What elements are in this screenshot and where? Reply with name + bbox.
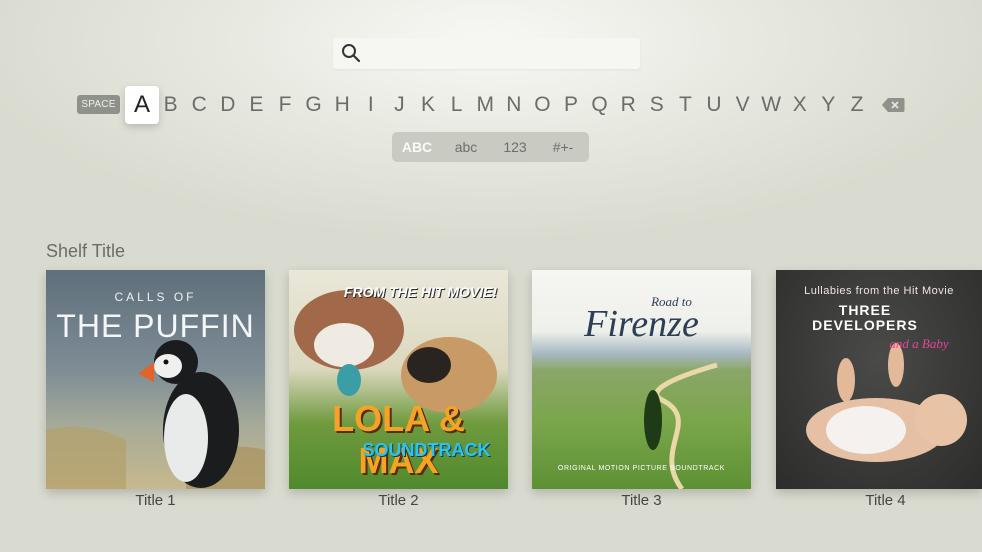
- mode-numbers[interactable]: 123: [493, 132, 537, 162]
- album-title-4: Title 4: [865, 492, 906, 509]
- key-y[interactable]: Y: [814, 90, 842, 120]
- puffin-illustration: [46, 340, 265, 489]
- album-card-1[interactable]: CALLS OF THE PUFFIN: [46, 270, 265, 489]
- key-w[interactable]: W: [757, 90, 785, 120]
- key-z[interactable]: Z: [843, 90, 871, 120]
- key-m[interactable]: M: [471, 90, 499, 120]
- key-g[interactable]: G: [300, 90, 328, 120]
- mode-lowercase[interactable]: abc: [444, 132, 488, 162]
- shelf-title: Shelf Title: [46, 241, 126, 261]
- album-art-line: FROM THE HIT MOVIE!: [343, 284, 498, 300]
- key-b[interactable]: B: [157, 90, 185, 120]
- key-r[interactable]: R: [614, 90, 642, 120]
- key-t[interactable]: T: [671, 90, 699, 120]
- key-s[interactable]: S: [643, 90, 671, 120]
- key-i[interactable]: I: [357, 90, 385, 120]
- key-a[interactable]: A: [125, 86, 159, 124]
- album-card-3[interactable]: Road to Firenze ORIGINAL MOTION PICTURE …: [532, 270, 751, 489]
- search-input[interactable]: [333, 38, 640, 69]
- album-art-line: Lullabies from the Hit Movie: [804, 285, 954, 297]
- album-card-2[interactable]: FROM THE HIT MOVIE! LOLA & MAX SOUNDTRAC…: [289, 270, 508, 489]
- key-d[interactable]: D: [214, 90, 242, 120]
- key-l[interactable]: L: [443, 90, 471, 120]
- album-art-line: ORIGINAL MOTION PICTURE SOUNDTRACK: [557, 465, 726, 472]
- album-art-line: SOUNDTRACK: [362, 440, 491, 460]
- key-x[interactable]: X: [786, 90, 814, 120]
- key-o[interactable]: O: [528, 90, 556, 120]
- album-art-line: and a Baby: [889, 336, 949, 351]
- key-u[interactable]: U: [700, 90, 728, 120]
- album-art-line: DEVELOPERS: [812, 317, 918, 333]
- key-n[interactable]: N: [500, 90, 528, 120]
- key-h[interactable]: H: [328, 90, 356, 120]
- key-j[interactable]: J: [385, 90, 413, 120]
- album-title-1: Title 1: [135, 492, 176, 509]
- key-e[interactable]: E: [242, 90, 270, 120]
- key-q[interactable]: Q: [586, 90, 614, 120]
- album-title-2: Title 2: [378, 492, 419, 509]
- key-p[interactable]: P: [557, 90, 585, 120]
- keyboard-row: SPACE ABCDEFGHIJKLMNOPQRSTUVWXYZ: [0, 86, 982, 124]
- album-card-4[interactable]: Lullabies from the Hit Movie THREE DEVEL…: [776, 270, 982, 489]
- space-key[interactable]: SPACE: [77, 95, 120, 114]
- search-icon: [342, 44, 361, 63]
- key-f[interactable]: F: [271, 90, 299, 120]
- album-art-line: Firenze: [584, 303, 699, 345]
- mode-uppercase[interactable]: ABC: [396, 132, 438, 162]
- key-v[interactable]: V: [729, 90, 757, 120]
- keyboard-mode-selector: ABC abc 123 #+-: [392, 132, 589, 162]
- key-c[interactable]: C: [185, 90, 213, 120]
- delete-key-icon[interactable]: [881, 97, 905, 113]
- album-title-3: Title 3: [621, 492, 662, 509]
- key-k[interactable]: K: [414, 90, 442, 120]
- mode-symbols[interactable]: #+-: [541, 132, 585, 162]
- album-art-line: THREE: [838, 302, 892, 318]
